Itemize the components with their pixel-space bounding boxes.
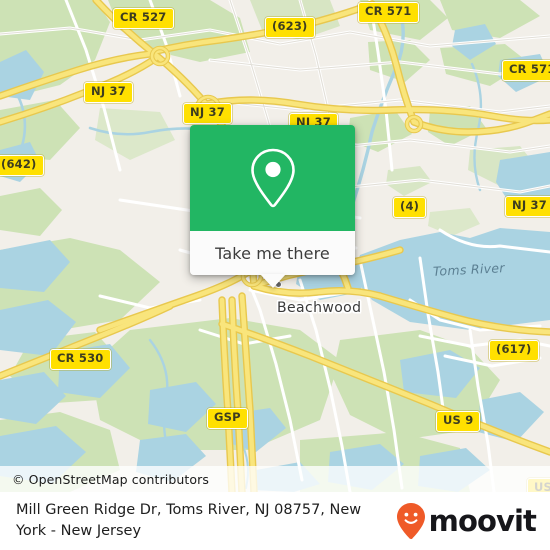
road-shield: NJ 37 — [84, 82, 133, 103]
place-label-beachwood: Beachwood — [277, 300, 362, 316]
road-shield: NJ 37 — [183, 103, 232, 124]
road-shield: (617) — [489, 340, 539, 361]
map-page: CR 527 (623) CR 571 CR 571 NJ 37 NJ 37 N… — [0, 0, 550, 550]
road-shield: (623) — [265, 17, 315, 38]
location-pin-icon — [250, 148, 295, 208]
road-shield: GSP — [207, 408, 248, 429]
attribution-text: © OpenStreetMap contributors — [12, 471, 210, 487]
road-shield: US 9 — [436, 411, 481, 432]
moovit-brand[interactable]: moovit — [396, 502, 537, 540]
popup-header — [190, 125, 355, 231]
road-shield: CR 571 — [358, 2, 419, 23]
take-me-there-label: Take me there — [215, 243, 330, 263]
map-canvas[interactable]: CR 527 (623) CR 571 CR 571 NJ 37 NJ 37 N… — [0, 0, 550, 492]
road-shield: NJ 37 — [505, 196, 550, 217]
address-text: Mill Green Ridge Dr, Toms River, NJ 0875… — [16, 501, 362, 539]
footer-bar: Mill Green Ridge Dr, Toms River, NJ 0875… — [0, 492, 550, 550]
road-shield: CR 530 — [50, 349, 111, 370]
popup-pointer-tail — [259, 274, 286, 288]
moovit-pin-smiley-icon — [396, 503, 425, 540]
location-popup-card[interactable]: Take me there — [190, 125, 355, 288]
moovit-wordmark: moovit — [428, 503, 537, 538]
map-attribution-bar: © OpenStreetMap contributors — [0, 466, 550, 492]
take-me-there-button[interactable]: Take me there — [190, 231, 355, 275]
road-shield: CR 527 — [113, 8, 174, 29]
road-shield: (642) — [0, 155, 44, 176]
road-shield: CR 571 — [502, 60, 550, 81]
road-shield: (4) — [393, 197, 427, 218]
